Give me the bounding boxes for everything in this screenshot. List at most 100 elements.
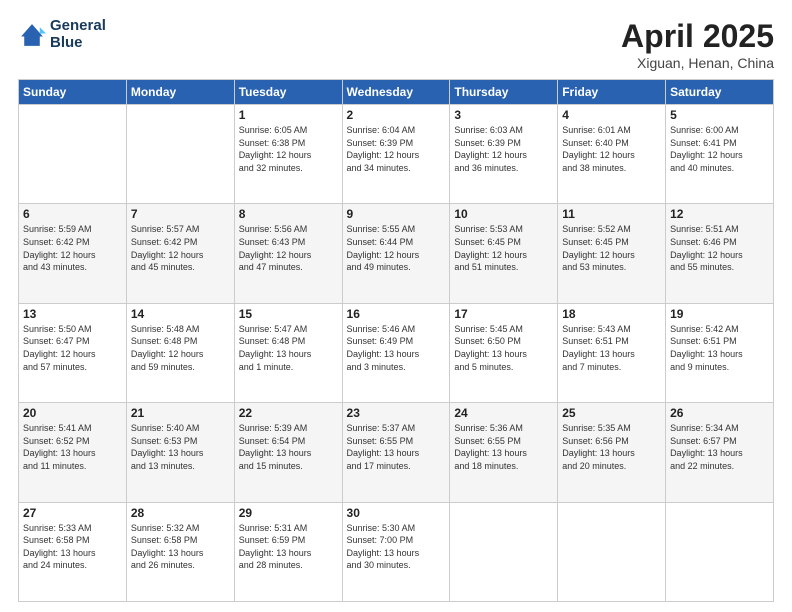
day-info: Sunrise: 5:52 AM Sunset: 6:45 PM Dayligh… [562, 223, 661, 273]
calendar-week-2: 6 Sunrise: 5:59 AM Sunset: 6:42 PM Daylig… [19, 204, 774, 303]
day-number: 20 [23, 406, 122, 420]
calendar-table: SundayMondayTuesdayWednesdayThursdayFrid… [18, 79, 774, 602]
day-number: 24 [454, 406, 553, 420]
day-info: Sunrise: 5:36 AM Sunset: 6:55 PM Dayligh… [454, 422, 553, 472]
page: General Blue April 2025 Xiguan, Henan, C… [0, 0, 792, 612]
day-info: Sunrise: 5:30 AM Sunset: 7:00 PM Dayligh… [347, 522, 446, 572]
day-number: 10 [454, 207, 553, 221]
day-number: 4 [562, 108, 661, 122]
calendar-week-3: 13Sunrise: 5:50 AM Sunset: 6:47 PM Dayli… [19, 303, 774, 402]
day-info: Sunrise: 5:55 AM Sunset: 6:44 PM Dayligh… [347, 223, 446, 273]
calendar-cell [19, 105, 127, 204]
day-header-wednesday: Wednesday [342, 80, 450, 105]
day-info: Sunrise: 5:37 AM Sunset: 6:55 PM Dayligh… [347, 422, 446, 472]
day-info: Sunrise: 6:05 AM Sunset: 6:38 PM Dayligh… [239, 124, 338, 174]
day-number: 21 [131, 406, 230, 420]
calendar-header-row: SundayMondayTuesdayWednesdayThursdayFrid… [19, 80, 774, 105]
day-header-tuesday: Tuesday [234, 80, 342, 105]
calendar-cell: 14Sunrise: 5:48 AM Sunset: 6:48 PM Dayli… [126, 303, 234, 402]
day-info: Sunrise: 5:40 AM Sunset: 6:53 PM Dayligh… [131, 422, 230, 472]
day-number: 2 [347, 108, 446, 122]
day-info: Sunrise: 5:46 AM Sunset: 6:49 PM Dayligh… [347, 323, 446, 373]
calendar-cell: 29 Sunrise: 5:31 AM Sunset: 6:59 PM Dayli… [234, 502, 342, 601]
logo: General Blue [18, 18, 106, 51]
day-number: 6 [23, 207, 122, 221]
calendar-cell: 13Sunrise: 5:50 AM Sunset: 6:47 PM Dayli… [19, 303, 127, 402]
logo-icon [18, 21, 46, 49]
day-number: 30 [347, 506, 446, 520]
calendar-cell: 28Sunrise: 5:32 AM Sunset: 6:58 PM Dayli… [126, 502, 234, 601]
day-number: 23 [347, 406, 446, 420]
calendar-cell: 3 Sunrise: 6:03 AM Sunset: 6:39 PM Daylig… [450, 105, 558, 204]
calendar-week-5: 27Sunrise: 5:33 AM Sunset: 6:58 PM Dayli… [19, 502, 774, 601]
day-info: Sunrise: 5:42 AM Sunset: 6:51 PM Dayligh… [670, 323, 769, 373]
day-header-thursday: Thursday [450, 80, 558, 105]
day-info: Sunrise: 5:35 AM Sunset: 6:56 PM Dayligh… [562, 422, 661, 472]
day-number: 3 [454, 108, 553, 122]
calendar-week-4: 20 Sunrise: 5:41 AM Sunset: 6:52 PM Dayli… [19, 403, 774, 502]
calendar-cell: 4Sunrise: 6:01 AM Sunset: 6:40 PM Daylig… [558, 105, 666, 204]
day-info: Sunrise: 5:56 AM Sunset: 6:43 PM Dayligh… [239, 223, 338, 273]
day-number: 11 [562, 207, 661, 221]
day-number: 7 [131, 207, 230, 221]
calendar-cell: 5 Sunrise: 6:00 AM Sunset: 6:41 PM Daylig… [666, 105, 774, 204]
calendar-cell: 7Sunrise: 5:57 AM Sunset: 6:42 PM Daylig… [126, 204, 234, 303]
day-header-monday: Monday [126, 80, 234, 105]
day-info: Sunrise: 5:34 AM Sunset: 6:57 PM Dayligh… [670, 422, 769, 472]
day-info: Sunrise: 5:59 AM Sunset: 6:42 PM Dayligh… [23, 223, 122, 273]
calendar-cell: 15 Sunrise: 5:47 AM Sunset: 6:48 PM Dayli… [234, 303, 342, 402]
calendar-cell: 10Sunrise: 5:53 AM Sunset: 6:45 PM Dayli… [450, 204, 558, 303]
day-number: 19 [670, 307, 769, 321]
day-number: 17 [454, 307, 553, 321]
calendar-cell: 23 Sunrise: 5:37 AM Sunset: 6:55 PM Dayli… [342, 403, 450, 502]
logo-text: General Blue [50, 18, 106, 51]
calendar-cell: 8 Sunrise: 5:56 AM Sunset: 6:43 PM Daylig… [234, 204, 342, 303]
day-info: Sunrise: 5:43 AM Sunset: 6:51 PM Dayligh… [562, 323, 661, 373]
day-number: 9 [347, 207, 446, 221]
day-number: 5 [670, 108, 769, 122]
calendar-cell: 22 Sunrise: 5:39 AM Sunset: 6:54 PM Dayli… [234, 403, 342, 502]
day-info: Sunrise: 5:39 AM Sunset: 6:54 PM Dayligh… [239, 422, 338, 472]
day-info: Sunrise: 6:03 AM Sunset: 6:39 PM Dayligh… [454, 124, 553, 174]
calendar-cell: 11 Sunrise: 5:52 AM Sunset: 6:45 PM Dayli… [558, 204, 666, 303]
day-number: 15 [239, 307, 338, 321]
day-number: 22 [239, 406, 338, 420]
calendar-cell: 18Sunrise: 5:43 AM Sunset: 6:51 PM Dayli… [558, 303, 666, 402]
calendar-cell: 26Sunrise: 5:34 AM Sunset: 6:57 PM Dayli… [666, 403, 774, 502]
logo-line2: Blue [50, 35, 106, 52]
day-number: 25 [562, 406, 661, 420]
calendar-cell: 27Sunrise: 5:33 AM Sunset: 6:58 PM Dayli… [19, 502, 127, 601]
day-info: Sunrise: 6:04 AM Sunset: 6:39 PM Dayligh… [347, 124, 446, 174]
day-info: Sunrise: 5:45 AM Sunset: 6:50 PM Dayligh… [454, 323, 553, 373]
day-number: 1 [239, 108, 338, 122]
calendar-cell: 20 Sunrise: 5:41 AM Sunset: 6:52 PM Dayli… [19, 403, 127, 502]
day-info: Sunrise: 6:00 AM Sunset: 6:41 PM Dayligh… [670, 124, 769, 174]
calendar-cell [450, 502, 558, 601]
calendar-cell: 1 Sunrise: 6:05 AM Sunset: 6:38 PM Daylig… [234, 105, 342, 204]
calendar-cell: 9 Sunrise: 5:55 AM Sunset: 6:44 PM Daylig… [342, 204, 450, 303]
calendar-cell: 25 Sunrise: 5:35 AM Sunset: 6:56 PM Dayli… [558, 403, 666, 502]
main-title: April 2025 [621, 18, 774, 55]
day-number: 29 [239, 506, 338, 520]
calendar-cell: 30 Sunrise: 5:30 AM Sunset: 7:00 PM Dayli… [342, 502, 450, 601]
calendar-cell [558, 502, 666, 601]
calendar-week-1: 1 Sunrise: 6:05 AM Sunset: 6:38 PM Daylig… [19, 105, 774, 204]
day-number: 13 [23, 307, 122, 321]
calendar-cell: 19 Sunrise: 5:42 AM Sunset: 6:51 PM Dayli… [666, 303, 774, 402]
title-block: April 2025 Xiguan, Henan, China [621, 18, 774, 71]
calendar-cell: 21 Sunrise: 5:40 AM Sunset: 6:53 PM Dayli… [126, 403, 234, 502]
subtitle: Xiguan, Henan, China [621, 55, 774, 71]
day-header-friday: Friday [558, 80, 666, 105]
calendar-cell: 17 Sunrise: 5:45 AM Sunset: 6:50 PM Dayli… [450, 303, 558, 402]
day-info: Sunrise: 5:47 AM Sunset: 6:48 PM Dayligh… [239, 323, 338, 373]
day-info: Sunrise: 5:51 AM Sunset: 6:46 PM Dayligh… [670, 223, 769, 273]
day-number: 28 [131, 506, 230, 520]
day-info: Sunrise: 5:41 AM Sunset: 6:52 PM Dayligh… [23, 422, 122, 472]
calendar-cell: 24 Sunrise: 5:36 AM Sunset: 6:55 PM Dayli… [450, 403, 558, 502]
calendar-cell: 2 Sunrise: 6:04 AM Sunset: 6:39 PM Daylig… [342, 105, 450, 204]
calendar-cell [666, 502, 774, 601]
day-info: Sunrise: 5:31 AM Sunset: 6:59 PM Dayligh… [239, 522, 338, 572]
day-number: 8 [239, 207, 338, 221]
day-info: Sunrise: 5:48 AM Sunset: 6:48 PM Dayligh… [131, 323, 230, 373]
day-number: 16 [347, 307, 446, 321]
